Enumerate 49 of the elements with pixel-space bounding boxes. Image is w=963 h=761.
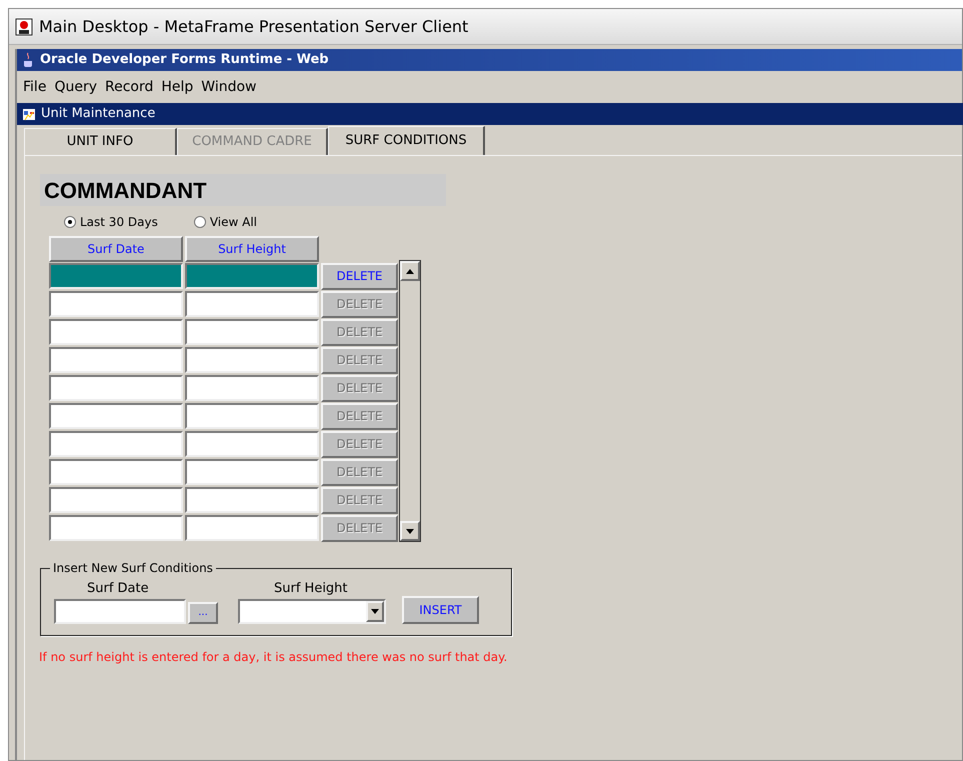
form-title: Unit Maintenance xyxy=(41,105,156,124)
surf-height-field[interactable] xyxy=(185,403,319,429)
form-icon xyxy=(21,106,37,122)
column-header: Surf Height xyxy=(185,236,319,262)
surf-height-field[interactable] xyxy=(185,291,319,317)
surf-date-input[interactable] xyxy=(54,598,186,624)
surf-date-field[interactable] xyxy=(49,431,183,457)
surf-date-field[interactable] xyxy=(49,403,183,429)
surf-height-field[interactable] xyxy=(185,347,319,373)
note-text: If no surf height is entered for a day, it is assumed there was no surf that day. xyxy=(39,649,508,666)
surf-height-field[interactable] xyxy=(185,487,319,513)
surf-height-dropdown[interactable] xyxy=(238,598,386,624)
column-header: Surf Date xyxy=(49,236,183,262)
surf-height-field[interactable] xyxy=(185,431,319,457)
up-arrow-icon[interactable] xyxy=(406,268,414,274)
surf-date-field[interactable] xyxy=(49,347,183,373)
field-label: Surf Date xyxy=(87,580,149,598)
insert-button[interactable]: INSERT xyxy=(402,596,479,624)
delete-button[interactable]: DELETE xyxy=(321,262,398,290)
surf-height-field[interactable] xyxy=(185,515,319,541)
app-icon xyxy=(15,18,33,36)
field-label: Surf Height xyxy=(274,580,348,598)
tab[interactable]: SURF CONDITIONS xyxy=(328,126,485,155)
scrollbar[interactable] xyxy=(399,260,421,542)
surf-height-field[interactable] xyxy=(185,319,319,345)
radio-option[interactable]: View All xyxy=(194,213,258,231)
app-title: Oracle Developer Forms Runtime - Web xyxy=(40,51,329,70)
menu-item[interactable]: File xyxy=(23,76,46,98)
menu-item[interactable]: Record xyxy=(104,76,154,98)
surf-date-field[interactable] xyxy=(49,459,183,485)
window-title: Main Desktop - MetaFrame Presentation Server Client xyxy=(39,16,468,38)
menu-item[interactable]: Help xyxy=(161,76,194,98)
radio-option[interactable]: Last 30 Days xyxy=(64,213,158,231)
surf-height-field[interactable] xyxy=(185,459,319,485)
down-arrow-icon[interactable] xyxy=(406,528,414,534)
surf-date-field[interactable] xyxy=(49,263,183,289)
surf-date-field[interactable] xyxy=(49,291,183,317)
surf-date-field[interactable] xyxy=(49,375,183,401)
surf-date-field[interactable] xyxy=(49,515,183,541)
surf-height-field[interactable] xyxy=(185,375,319,401)
section-heading: COMMANDANT xyxy=(44,176,207,204)
menu-item[interactable]: Window xyxy=(201,76,256,98)
surf-date-field[interactable] xyxy=(49,487,183,513)
date-picker-button[interactable]: ... xyxy=(188,602,218,624)
menu-item[interactable]: Query xyxy=(54,76,97,98)
dropdown-arrow-icon xyxy=(371,608,379,614)
surf-height-field[interactable] xyxy=(185,263,319,289)
tab[interactable]: UNIT INFO xyxy=(24,128,177,155)
surf-date-field[interactable] xyxy=(49,319,183,345)
